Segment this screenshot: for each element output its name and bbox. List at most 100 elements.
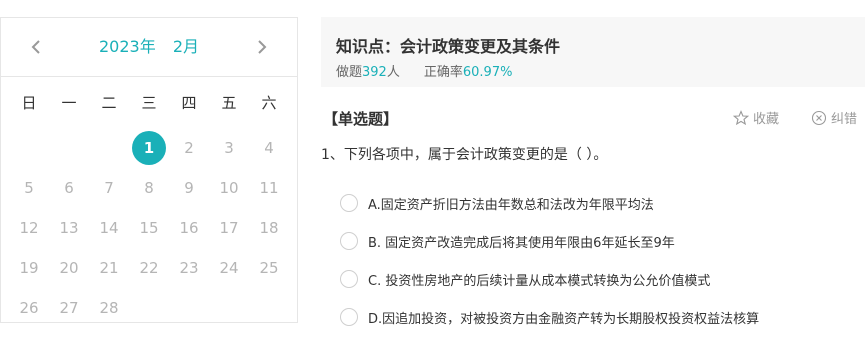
option-label: C. 投资性房地产的后续计量从成本模式转换为公允价值模式 [368,273,711,289]
calendar-day[interactable]: 18 [249,208,289,248]
calendar-day[interactable]: 26 [9,288,49,328]
calendar-day-number: 23 [179,259,199,277]
radio-button[interactable] [340,232,358,250]
calendar-day-number: 2 [184,139,194,157]
calendar-day[interactable]: 24 [209,248,249,288]
calendar-day[interactable]: 11 [249,168,289,208]
calendar-day[interactable]: 22 [129,248,169,288]
calendar-day[interactable]: 21 [89,248,129,288]
calendar-empty-cell [209,288,249,328]
calendar-day-number: 25 [259,259,279,277]
calendar-empty-cell [129,288,169,328]
calendar-day[interactable]: 16 [169,208,209,248]
calendar-week-row: 19 20 21 22 23 24 25 [1,248,297,288]
calendar-week-row: 26 27 28 [1,288,297,328]
attempts-unit: 人 [386,65,400,80]
calendar-day[interactable]: 25 [249,248,289,288]
calendar-day[interactable]: 27 [49,288,89,328]
weekday-label: 四 [181,93,197,112]
option-label: B. 固定资产改造完成后将其使用年限由6年延长至9年 [368,235,675,251]
question-type-label: 【单选题】 [323,110,399,128]
calendar-weekdays: 日 一 二 三 四 五 六 [1,76,297,128]
knowledge-point-panel: 知识点：会计政策变更及其条件 做题392人 正确率60.97% [321,17,865,87]
calendar-day[interactable]: 9 [169,168,209,208]
calendar-day[interactable]: 20 [49,248,89,288]
calendar-day[interactable]: 12 [9,208,49,248]
chevron-right-icon [258,40,267,54]
calendar-day[interactable]: 7 [89,168,129,208]
radio-button[interactable] [340,308,358,326]
calendar-day[interactable]: 14 [89,208,129,248]
next-month-button[interactable] [251,36,273,58]
star-icon [733,109,749,125]
calendar-day-number: 10 [219,179,239,197]
calendar-day-number: 7 [104,179,114,197]
calendar-day[interactable]: 2 [169,128,209,168]
report-error-label: 纠错 [831,112,858,127]
weekday-label: 二 [101,93,117,112]
calendar-day[interactable]: 6 [49,168,89,208]
calendar-day[interactable]: 8 [129,168,169,208]
question-text: 1、下列各项中，属于会计政策变更的是（ ）。 [321,147,608,163]
weekday-label: 三 [141,93,157,112]
calendar-day-number: 16 [179,219,199,237]
calendar-day[interactable]: 5 [9,168,49,208]
option-d[interactable]: D.因追加投资，对被投资方由金融资产转为长期股权投资权益法核算 [340,306,759,328]
calendar: 2023年 2月 日 一 二 三 四 五 六 1 2 3 4 5 6 7 8 9 10 11 12 13… [0,17,298,323]
calendar-day-number: 6 [64,179,74,197]
calendar-day-number: 8 [144,179,154,197]
option-b[interactable]: B. 固定资产改造完成后将其使用年限由6年延长至9年 [340,230,675,252]
calendar-day-number: 21 [99,259,119,277]
calendar-month: 2月 [172,37,199,56]
calendar-days: 1 2 3 4 5 6 7 8 9 10 11 12 13 14 15 16 17 18 19 20 21 22 23 24 2… [1,128,297,328]
option-c[interactable]: C. 投资性房地产的后续计量从成本模式转换为公允价值模式 [340,268,710,290]
calendar-day-number: 18 [259,219,279,237]
calendar-day-number: 17 [219,219,239,237]
calendar-day-number: 14 [99,219,119,237]
calendar-header: 2023年 2月 [1,18,297,77]
radio-button[interactable] [340,270,358,288]
calendar-empty-cell [249,288,289,328]
accuracy-value: 60.97% [462,65,513,80]
knowledge-point-title: 知识点：会计政策变更及其条件 [336,37,561,56]
calendar-day[interactable]: 17 [209,208,249,248]
favorite-label: 收藏 [753,112,780,127]
calendar-day-number: 5 [24,179,34,197]
calendar-day-number: 19 [19,259,39,277]
calendar-day-number: 26 [19,299,39,317]
weekday-label: 六 [261,93,277,112]
calendar-day[interactable]: 28 [89,288,129,328]
calendar-day-number: 20 [59,259,79,277]
calendar-day[interactable]: 13 [49,208,89,248]
weekday-label: 五 [221,93,237,112]
calendar-day-number: 12 [19,219,39,237]
calendar-day-number: 15 [139,219,159,237]
calendar-empty-cell [89,128,129,168]
calendar-day-number: 27 [59,299,79,317]
calendar-day[interactable]: 3 [209,128,249,168]
calendar-day[interactable]: 10 [209,168,249,208]
favorite-button[interactable]: 收藏 [733,108,779,127]
calendar-day[interactable]: 1 [129,128,169,168]
option-a[interactable]: A.固定资产折旧方法由年数总和法改为年限平均法 [340,192,654,214]
calendar-day[interactable]: 4 [249,128,289,168]
calendar-day[interactable]: 15 [129,208,169,248]
calendar-day-number: 11 [259,179,279,197]
calendar-day-number: 24 [219,259,239,277]
report-error-button[interactable]: 纠错 [811,108,857,127]
radio-button[interactable] [340,194,358,212]
calendar-empty-cell [49,128,89,168]
calendar-day[interactable]: 19 [9,248,49,288]
calendar-day-number: 4 [264,139,274,157]
calendar-day-number: 1 [143,139,155,157]
calendar-year: 2023年 [98,37,156,56]
attempts-label: 做题 [336,65,363,80]
calendar-day-number: 3 [224,139,234,157]
calendar-day-number: 9 [184,179,194,197]
question-stats: 做题392人 正确率60.97% [336,61,512,80]
option-label: A.固定资产折旧方法由年数总和法改为年限平均法 [368,197,654,213]
option-label: D.因追加投资，对被投资方由金融资产转为长期股权投资权益法核算 [368,311,760,327]
calendar-day[interactable]: 23 [169,248,209,288]
calendar-day-number: 28 [99,299,119,317]
weekday-label: 日 [21,93,37,112]
